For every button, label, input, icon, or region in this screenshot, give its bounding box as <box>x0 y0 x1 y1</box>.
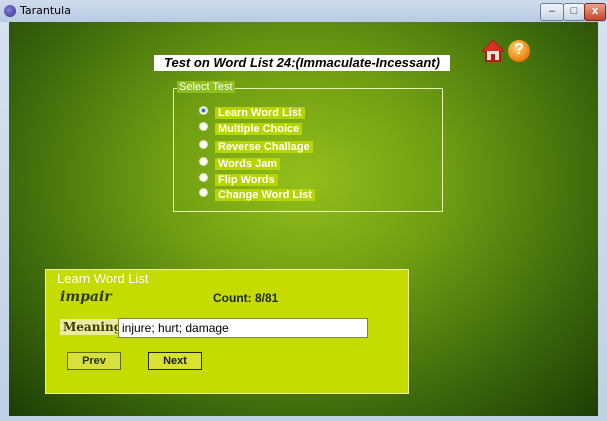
window-title: Tarantula <box>20 4 71 17</box>
option-label: Words Jam <box>215 158 281 170</box>
main-content: Test on Word List 24:(Immaculate-Incessa… <box>9 22 598 416</box>
minimize-icon: – <box>548 5 556 17</box>
word-count: Count: 8/81 <box>213 291 279 305</box>
radio-icon[interactable] <box>199 188 208 197</box>
maximize-icon: □ <box>570 5 578 17</box>
page-title: Test on Word List 24:(Immaculate-Incessa… <box>154 55 450 71</box>
title-bar[interactable]: Tarantula – □ x <box>0 0 607 22</box>
current-word: impair <box>60 289 112 305</box>
option-reverse-challage[interactable]: Reverse Challage <box>199 140 313 154</box>
radio-icon[interactable] <box>199 173 208 182</box>
close-icon: x <box>591 5 599 17</box>
close-button[interactable]: x <box>584 3 606 21</box>
option-label: Reverse Challage <box>215 141 313 153</box>
prev-button[interactable]: Prev <box>67 352 121 370</box>
meaning-label: Meaning <box>60 319 126 335</box>
radio-icon[interactable] <box>199 122 208 131</box>
home-icon[interactable] <box>480 39 506 62</box>
option-label: Learn Word List <box>215 107 305 119</box>
help-icon[interactable]: ? <box>508 40 530 62</box>
minimize-button[interactable]: – <box>540 3 564 21</box>
option-change-word-list[interactable]: Change Word List <box>199 188 315 202</box>
app-icon <box>4 5 16 17</box>
option-words-jam[interactable]: Words Jam <box>199 157 281 171</box>
radio-icon[interactable] <box>199 106 208 115</box>
option-flip-words[interactable]: Flip Words <box>199 173 278 187</box>
meaning-field[interactable]: injure; hurt; damage <box>118 318 368 338</box>
option-label: Multiple Choice <box>215 123 303 135</box>
option-label: Change Word List <box>215 189 315 201</box>
option-label: Flip Words <box>215 174 278 186</box>
learn-word-list-legend: Learn Word List <box>55 271 151 286</box>
next-button[interactable]: Next <box>148 352 202 370</box>
radio-icon[interactable] <box>199 157 208 166</box>
option-multiple-choice[interactable]: Multiple Choice <box>199 122 303 136</box>
radio-icon[interactable] <box>199 140 208 149</box>
maximize-button[interactable]: □ <box>563 3 585 21</box>
select-test-legend: Select Test <box>177 81 235 93</box>
help-glyph: ? <box>514 41 524 58</box>
option-learn-word-list[interactable]: Learn Word List <box>199 106 305 120</box>
app-window: Tarantula – □ x Test on Word List 24:(Im… <box>0 0 607 421</box>
